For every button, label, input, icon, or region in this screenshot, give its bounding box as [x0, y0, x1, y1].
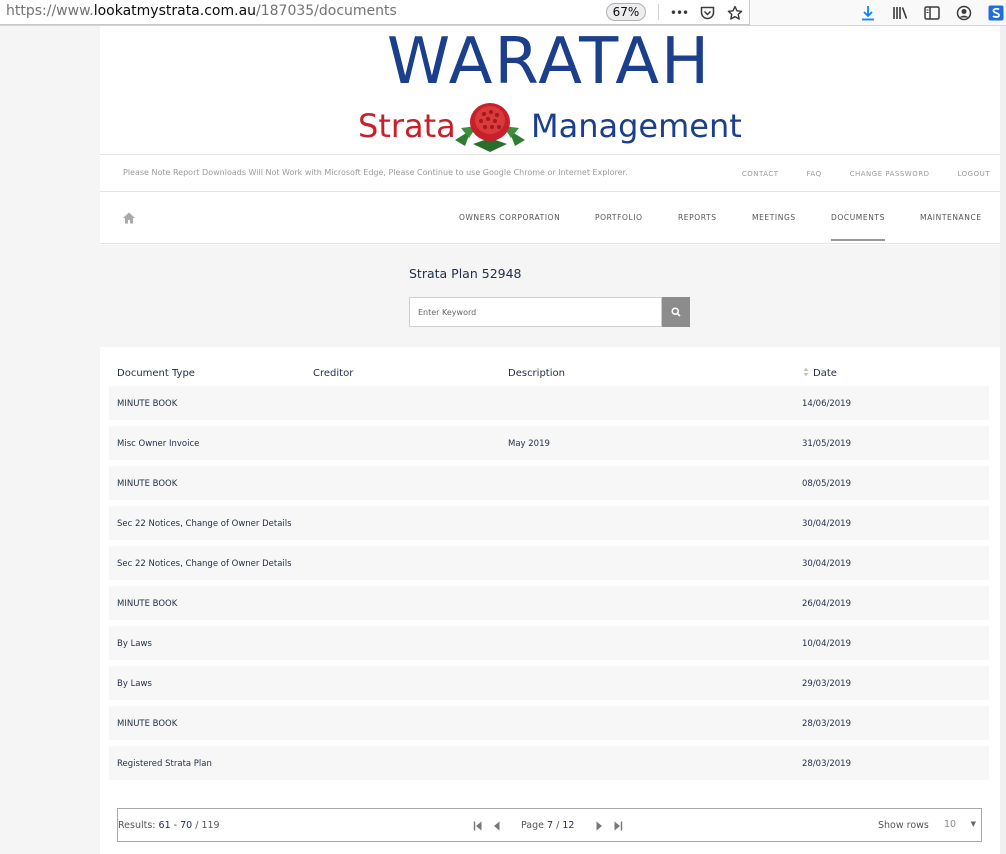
documents-table: Document Type Creditor Description Date … [100, 347, 1000, 854]
table-row[interactable]: MINUTE BOOK 08/05/2019 [109, 466, 989, 500]
show-rows-select[interactable]: 10 ▼ [936, 813, 980, 837]
faq-link[interactable]: FAQ [807, 170, 822, 178]
cell-date: 29/03/2019 [802, 679, 851, 689]
url-bar[interactable]: https://www.lookatmystrata.com.au/187035… [0, 0, 750, 25]
sort-icon [803, 367, 809, 377]
column-header-date[interactable]: Date [803, 367, 837, 379]
cell-date: 26/04/2019 [802, 599, 851, 609]
cell-document-type[interactable]: Registered Strata Plan [117, 759, 212, 769]
cell-document-type[interactable]: Misc Owner Invoice [117, 439, 199, 449]
table-row[interactable]: Misc Owner Invoice May 2019 31/05/2019 [109, 426, 989, 460]
nav-maintenance[interactable]: MAINTENANCE [920, 213, 982, 241]
table-row[interactable]: Sec 22 Notices, Change of Owner Details 3… [109, 546, 989, 580]
contact-link[interactable]: CONTACT [742, 170, 779, 178]
browser-toolbar: https://www.lookatmystrata.com.au/187035… [0, 0, 1006, 26]
cell-document-type[interactable]: By Laws [117, 679, 152, 689]
pocket-icon[interactable] [698, 4, 716, 22]
cell-date: 28/03/2019 [802, 719, 851, 729]
cell-description: May 2019 [508, 439, 550, 449]
cell-document-type[interactable]: MINUTE BOOK [117, 719, 177, 729]
more-actions-icon[interactable]: ••• [670, 4, 689, 22]
search-icon [671, 307, 681, 317]
extension-s-icon[interactable] [987, 4, 1005, 22]
change-password-link[interactable]: CHANGE PASSWORD [850, 170, 930, 178]
downloads-icon[interactable] [859, 4, 877, 22]
search-area: Strata Plan 52948 [100, 245, 1000, 347]
page-container: WARATAH Strata Management Please Note Re… [100, 26, 1000, 854]
cell-document-type[interactable]: MINUTE BOOK [117, 479, 177, 489]
table-body: MINUTE BOOK 14/06/2019 Misc Owner Invoice M… [109, 386, 989, 786]
main-nav: OWNERS CORPORATION PORTFOLIO REPORTS MEE… [100, 192, 1000, 244]
nav-meetings[interactable]: MEETINGS [752, 213, 796, 241]
table-row[interactable]: Registered Strata Plan 28/03/2019 [109, 746, 989, 780]
url-text[interactable]: https://www.lookatmystrata.com.au/187035… [6, 3, 397, 19]
column-header-description[interactable]: Description [508, 368, 565, 379]
cell-date: 31/05/2019 [802, 439, 851, 449]
cell-document-type[interactable]: By Laws [117, 639, 152, 649]
cell-document-type[interactable]: MINUTE BOOK [117, 399, 177, 409]
cell-date: 28/03/2019 [802, 759, 851, 769]
waratah-flower-icon [455, 103, 525, 152]
nav-owners-corporation[interactable]: OWNERS CORPORATION [459, 213, 560, 241]
home-icon[interactable] [122, 211, 136, 225]
keyword-search-input[interactable] [409, 297, 662, 327]
nav-portfolio[interactable]: PORTFOLIO [595, 213, 643, 241]
strata-plan-title: Strata Plan 52948 [409, 266, 522, 281]
logo-subtitle-management: Management [531, 107, 742, 145]
cell-date: 30/04/2019 [802, 519, 851, 529]
cell-document-type[interactable]: Sec 22 Notices, Change of Owner Details [117, 519, 292, 529]
chevron-down-icon: ▼ [970, 820, 976, 828]
notice-bar: Please Note Report Downloads Will Not Wo… [100, 154, 1000, 192]
column-header-date-label: Date [813, 368, 837, 379]
logo-subtitle-strata: Strata [358, 107, 456, 145]
results-count: Results: 61 - 70 / 119 [118, 820, 220, 831]
column-header-creditor[interactable]: Creditor [313, 368, 353, 379]
account-icon[interactable] [955, 4, 973, 22]
cell-document-type[interactable]: MINUTE BOOK [117, 599, 177, 609]
pagination-bar: Results: 61 - 70 / 119 Page 7 / 12 Show … [117, 808, 982, 842]
table-row[interactable]: By Laws 10/04/2019 [109, 626, 989, 660]
show-rows-value: 10 [944, 819, 957, 830]
logo-title: WARATAH [386, 25, 712, 99]
table-row[interactable]: Sec 22 Notices, Change of Owner Details 3… [109, 506, 989, 540]
table-row[interactable]: MINUTE BOOK 28/03/2019 [109, 706, 989, 740]
cell-date: 08/05/2019 [802, 479, 851, 489]
nav-reports[interactable]: REPORTS [678, 213, 717, 241]
table-row[interactable]: MINUTE BOOK 14/06/2019 [109, 386, 989, 420]
bookmark-star-icon[interactable] [726, 4, 744, 22]
nav-documents[interactable]: DOCUMENTS [831, 213, 885, 241]
show-rows-label: Show rows [878, 820, 929, 831]
cell-document-type[interactable]: Sec 22 Notices, Change of Owner Details [117, 559, 292, 569]
cell-date: 30/04/2019 [802, 559, 851, 569]
logout-link[interactable]: LOGOUT [958, 170, 991, 178]
zoom-indicator[interactable]: 67% [606, 3, 646, 21]
next-page-icon[interactable] [594, 820, 604, 832]
library-icon[interactable] [891, 4, 909, 22]
column-header-document-type[interactable]: Document Type [117, 368, 195, 379]
table-row[interactable]: By Laws 29/03/2019 [109, 666, 989, 700]
first-page-icon[interactable] [473, 820, 483, 832]
page-indicator: Page 7 / 12 [521, 820, 575, 831]
table-row[interactable]: MINUTE BOOK 26/04/2019 [109, 586, 989, 620]
waratah-logo[interactable]: WARATAH Strata Management [356, 30, 742, 154]
previous-page-icon[interactable] [492, 820, 502, 832]
cell-date: 10/04/2019 [802, 639, 851, 649]
cell-date: 14/06/2019 [802, 399, 851, 409]
search-button[interactable] [662, 297, 690, 327]
page-scrollbar[interactable] [1000, 26, 1006, 854]
browser-compatibility-notice: Please Note Report Downloads Will Not Wo… [123, 168, 628, 177]
sidebar-icon[interactable] [923, 4, 941, 22]
top-links: CONTACT FAQ CHANGE PASSWORD LOGOUT [714, 170, 990, 178]
last-page-icon[interactable] [613, 820, 623, 832]
url-separator [658, 4, 659, 20]
